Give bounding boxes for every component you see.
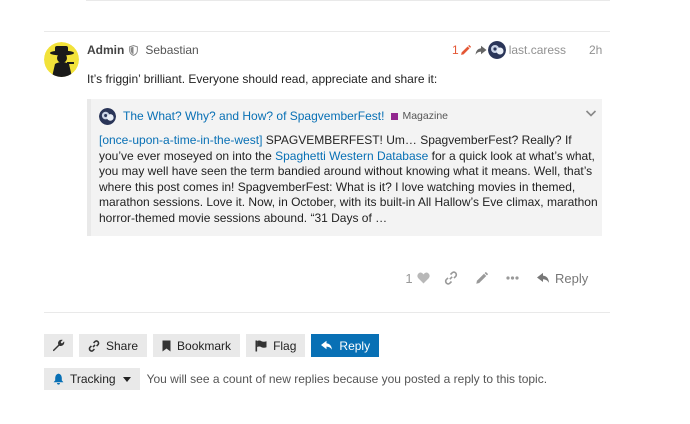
more-actions-button[interactable] bbox=[497, 276, 528, 280]
post-meta: 1 last.caress bbox=[452, 41, 566, 59]
bell-icon bbox=[53, 373, 64, 385]
post-reply-button[interactable]: Reply bbox=[536, 271, 588, 286]
like-count: 1 bbox=[405, 270, 413, 286]
edit-button[interactable] bbox=[466, 271, 497, 285]
quote-title: The What? Why? and How? of SpagvemberFes… bbox=[99, 107, 448, 125]
quote-excerpt: [once-upon-a-time-in-the-west] SPAGVEMBE… bbox=[99, 133, 599, 227]
quote-avatar bbox=[99, 107, 116, 125]
quoted-topic: The What? Why? and How? of SpagvemberFes… bbox=[87, 99, 602, 236]
reply-to-username[interactable]: last.caress bbox=[509, 43, 566, 57]
notification-level-label: Tracking bbox=[70, 372, 116, 386]
quote-database-link[interactable]: Spaghetti Western Database bbox=[275, 149, 428, 163]
post-top-divider bbox=[44, 31, 610, 32]
caret-down-icon bbox=[122, 376, 131, 382]
pencil-icon bbox=[476, 271, 488, 284]
chevron-down-icon[interactable] bbox=[585, 107, 597, 119]
quote-topic-link[interactable]: The What? Why? and How? of SpagvemberFes… bbox=[123, 109, 384, 123]
bookmark-label: Bookmark bbox=[177, 338, 232, 353]
notifications-area: Tracking You will see a count of new rep… bbox=[44, 368, 547, 390]
category-badge-color bbox=[391, 112, 399, 120]
link-icon bbox=[88, 339, 100, 352]
share-button[interactable]: Share bbox=[79, 334, 148, 357]
notification-level-dropdown[interactable]: Tracking bbox=[44, 368, 140, 390]
link-icon bbox=[444, 271, 457, 285]
post-date[interactable]: 2h bbox=[589, 42, 602, 58]
username[interactable]: Admin bbox=[87, 43, 124, 57]
reply-label: Reply bbox=[339, 338, 371, 353]
previous-post-actions-cutoff bbox=[482, 0, 612, 2]
flag-label: Flag bbox=[273, 338, 297, 353]
reply-arrow-icon bbox=[321, 340, 333, 350]
admin-wrench-button[interactable] bbox=[44, 334, 73, 357]
bookmark-icon bbox=[162, 340, 171, 351]
share-label: Share bbox=[106, 338, 139, 353]
reply-to-avatar[interactable] bbox=[487, 41, 506, 59]
reply-button[interactable]: Reply bbox=[311, 334, 380, 357]
bookmark-button[interactable]: Bookmark bbox=[153, 334, 241, 357]
avatar[interactable] bbox=[44, 42, 79, 77]
like-button[interactable]: 1 bbox=[400, 271, 435, 286]
shield-icon bbox=[129, 44, 139, 56]
full-name[interactable]: Sebastian bbox=[145, 43, 198, 57]
post-bottom-divider bbox=[44, 312, 610, 313]
post-author: Admin Sebastian bbox=[87, 42, 199, 58]
topic-footer-buttons: Share Bookmark Flag Reply bbox=[44, 334, 385, 357]
reply-arrow-icon[interactable] bbox=[475, 45, 487, 56]
heart-icon bbox=[416, 272, 430, 284]
quote-tag-link[interactable]: [once-upon-a-time-in-the-west] bbox=[99, 133, 262, 147]
wrench-icon bbox=[53, 339, 65, 352]
copy-link-button[interactable] bbox=[435, 271, 466, 285]
edit-count[interactable]: 1 bbox=[452, 43, 459, 57]
flag-icon bbox=[255, 340, 267, 351]
reply-arrow-icon bbox=[537, 272, 549, 283]
flag-button[interactable]: Flag bbox=[246, 334, 306, 357]
post-reply-label: Reply bbox=[555, 270, 589, 286]
post-body-text: It’s friggin’ brilliant. Everyone should… bbox=[87, 72, 438, 86]
category-badge[interactable]: Magazine bbox=[402, 110, 448, 122]
notification-description: You will see a count of new replies beca… bbox=[146, 372, 548, 386]
pencil-icon[interactable] bbox=[460, 44, 471, 56]
ellipsis-icon bbox=[506, 276, 519, 280]
post-actions: 1 Reply bbox=[400, 268, 588, 288]
